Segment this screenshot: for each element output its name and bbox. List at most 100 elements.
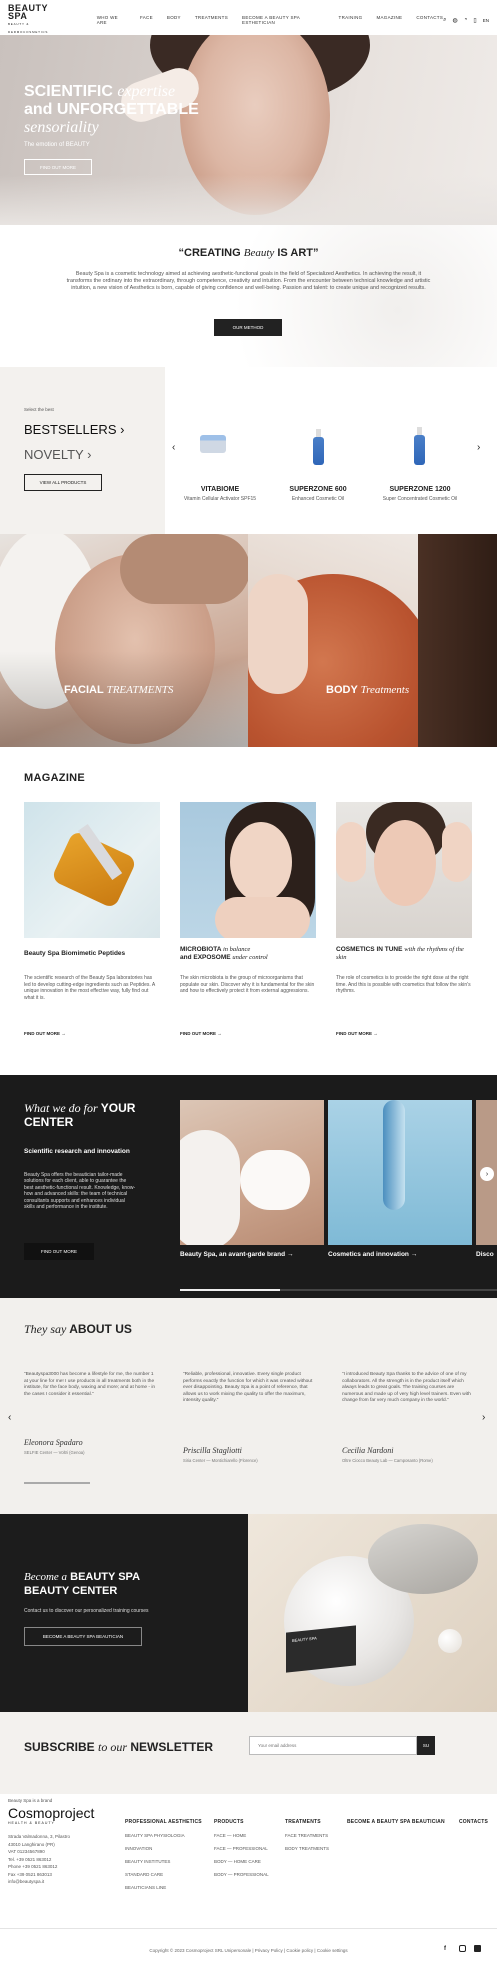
become-cta-button[interactable]: BECOME A BEAUTY SPA BEAUTICIAN	[24, 1627, 142, 1646]
footer-link[interactable]: FACE — HOME	[214, 1829, 269, 1842]
hair-shape	[418, 534, 497, 747]
user-icon[interactable]: ◔	[464, 17, 468, 23]
newsletter-section: SUBSCRIBE to our NEWSLETTER SU	[0, 1712, 497, 1794]
product-name[interactable]: VITABIOME	[170, 486, 270, 493]
logo[interactable]: BEAUTY SPA BEAUTY & DERMOCOSMETICS	[8, 4, 69, 36]
newsletter-title-text: NEWSLETTER	[130, 1740, 214, 1754]
footer-link[interactable]: BODY TREATMENTS	[285, 1842, 329, 1855]
chevron-right-icon[interactable]: ›	[480, 1167, 494, 1181]
linkedin-icon[interactable]	[474, 1945, 481, 1952]
newsletter-email-input[interactable]	[249, 1736, 417, 1755]
center-card-title[interactable]: Beauty Spa, an avant-garde brand →	[180, 1251, 293, 1258]
article-image[interactable]	[336, 802, 472, 938]
center-text: Beauty Spa offers the beautician tailor-…	[24, 1172, 136, 1211]
shoulder-shape	[215, 897, 310, 938]
facebook-icon[interactable]: f	[444, 1946, 446, 1952]
nav-item[interactable]: BECOME A BEAUTY SPA ESTHETICIAN	[242, 15, 325, 25]
our-method-button[interactable]: OUR METHOD	[214, 319, 282, 336]
center-title-italic: What we do for	[24, 1101, 98, 1115]
hand-shape	[442, 822, 472, 882]
center-subtitle: Scientific research and innovation	[24, 1148, 130, 1155]
footer-copyright: Copyright © 2023 Cosmoproject SRL Uniper…	[149, 1948, 348, 1953]
footer-column-head[interactable]: TREATMENTS	[285, 1816, 329, 1829]
article-title[interactable]: MICROBIOTA in balance and EXPOSOME under …	[180, 946, 316, 962]
footer-column-head[interactable]: BECOME A BEAUTY SPA BEAUTICIAN	[347, 1816, 445, 1829]
facial-label-italic: TREATMENTS	[106, 684, 174, 696]
product-image[interactable]	[200, 435, 226, 453]
carousel-prev-icon[interactable]: ‹	[8, 1412, 11, 1423]
carousel-next-icon[interactable]: ›	[482, 1412, 485, 1423]
footer-column-head[interactable]: PRODUCTS	[214, 1816, 269, 1829]
footer-link[interactable]: BODY — PROFESSIONAL	[214, 1868, 269, 1881]
address-line: VAT 01234567890	[8, 1849, 45, 1854]
newsletter-title-text: SUBSCRIBE	[24, 1740, 95, 1754]
footer-brand[interactable]: Cosmoproject	[8, 1806, 94, 1820]
center-scrollbar-thumb[interactable]	[180, 1289, 280, 1291]
center-cta-button[interactable]: FIND OUT MORE	[24, 1243, 94, 1260]
footer-column-head[interactable]: PROFESSIONAL AESTHETICS	[125, 1816, 202, 1829]
language-selector[interactable]: EN	[483, 18, 489, 23]
nav-item[interactable]: TREATMENTS	[195, 15, 228, 25]
center-card-image[interactable]	[180, 1100, 324, 1245]
arrow-right-icon: →	[410, 1251, 418, 1258]
carousel-prev-icon[interactable]: ‹	[172, 442, 175, 453]
nav-item[interactable]: CONTACTS	[416, 15, 443, 25]
product-image[interactable]	[313, 429, 324, 465]
facial-treatments-tile[interactable]: FACIAL TREATMENTS	[0, 534, 248, 747]
testimonial-author: Cecilia Nardoni	[342, 1446, 394, 1455]
footer-link[interactable]: FACE TREATMENTS	[285, 1829, 329, 1842]
body-label-italic: Treatments	[360, 684, 410, 696]
footer-link[interactable]: FACE — PROFESSIONAL	[214, 1842, 269, 1855]
footer-column: BECOME A BEAUTY SPA BEAUTICIAN	[347, 1816, 445, 1829]
article-link[interactable]: FIND OUT MORE →	[336, 1031, 378, 1036]
body-label: BODY	[326, 684, 358, 696]
instagram-icon[interactable]	[459, 1945, 466, 1952]
article-image[interactable]	[180, 802, 316, 938]
become-title: Become a BEAUTY SPA BEAUTY CENTER	[24, 1570, 140, 1598]
footer-link[interactable]: INNOVATION	[125, 1842, 202, 1855]
cart-icon[interactable]: ▯	[473, 17, 476, 24]
center-card-title[interactable]: Cosmetics and innovation →	[328, 1251, 417, 1258]
product-name[interactable]: SUPERZONE 1200	[370, 486, 470, 493]
globe-icon[interactable]: ◍	[453, 17, 458, 24]
article-title[interactable]: COSMETICS IN TUNE with the rhythms of th…	[336, 946, 472, 962]
center-card-title[interactable]: Disco	[476, 1251, 494, 1258]
article-link-text: FIND OUT MORE	[336, 1031, 372, 1036]
nav-item[interactable]: MAGAZINE	[376, 15, 402, 25]
footer-column-head[interactable]: CONTACTS	[459, 1816, 488, 1829]
product-image[interactable]	[414, 427, 425, 465]
view-all-products-button[interactable]: VIEW ALL PRODUCTS	[24, 474, 102, 491]
center-card-image[interactable]	[328, 1100, 472, 1245]
products-section: Select the best BESTSELLERS › NOVELTY › …	[0, 367, 497, 534]
center-title: What we do for YOUR CENTER	[24, 1101, 154, 1129]
carousel-next-icon[interactable]: ›	[477, 442, 480, 453]
footer-column: PROFESSIONAL AESTHETICS BEAUTY SPA PHYSI…	[125, 1816, 202, 1894]
nav-item[interactable]: FACE	[140, 15, 153, 25]
novelty-tab[interactable]: NOVELTY ›	[24, 447, 91, 462]
footer-link[interactable]: BEAUTICIANS LINE	[125, 1881, 202, 1894]
article-title-text: Beauty Spa Biomimetic Peptides	[24, 950, 126, 957]
bestsellers-tab[interactable]: BESTSELLERS ›	[24, 422, 124, 437]
footer-divider	[0, 1928, 497, 1929]
footer-link[interactable]: BEAUTY SPA PHYSIOLOGIA	[125, 1829, 202, 1842]
jar-lid	[368, 1524, 478, 1594]
search-icon[interactable]: ⌕	[443, 17, 446, 24]
products-kicker: Select the best	[24, 407, 54, 412]
body-treatments-label: BODY Treatments	[326, 684, 409, 696]
article-title[interactable]: Beauty Spa Biomimetic Peptides	[24, 950, 160, 958]
hero-cta-button[interactable]: FIND OUT MORE	[24, 159, 92, 175]
article-image[interactable]	[24, 802, 160, 938]
article-link[interactable]: FIND OUT MORE →	[24, 1031, 66, 1036]
footer-link[interactable]: BODY — HOME CARE	[214, 1855, 269, 1868]
newsletter-submit-button[interactable]: SU	[417, 1736, 435, 1755]
testimonials-section: They say ABOUT US ‹ ›	[0, 1298, 497, 1514]
product-name[interactable]: SUPERZONE 600	[268, 486, 368, 493]
address-line[interactable]: info@beautyspa.it	[8, 1878, 70, 1886]
footer-link[interactable]: STANDARD CARE	[125, 1868, 202, 1881]
body-treatments-tile[interactable]: BODY Treatments	[248, 534, 497, 747]
nav-item[interactable]: TRAINING	[339, 15, 363, 25]
nav-item[interactable]: WHO WE ARE	[97, 15, 126, 25]
nav-item[interactable]: BODY	[167, 15, 181, 25]
article-link[interactable]: FIND OUT MORE →	[180, 1031, 222, 1036]
footer-link[interactable]: BEAUTY INSTITUTES	[125, 1855, 202, 1868]
